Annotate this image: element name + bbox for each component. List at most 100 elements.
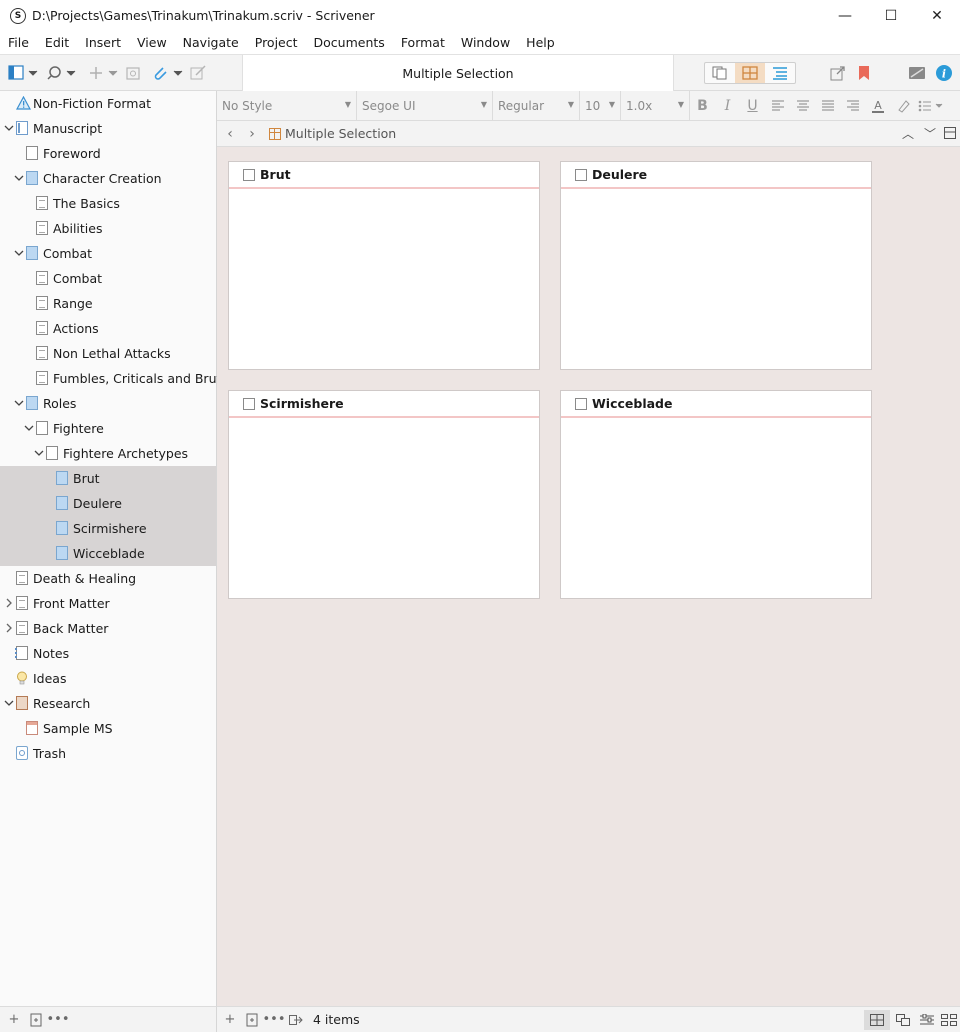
binder-item[interactable]: Wicceblade — [0, 541, 216, 566]
binder-item[interactable]: Fightere — [0, 416, 216, 441]
more-options-icon[interactable]: ••• — [47, 1010, 70, 1030]
binder-item[interactable]: Death & Healing — [0, 566, 216, 591]
font-weight-select[interactable]: Regular ▼ — [493, 90, 580, 121]
card-checkbox[interactable] — [575, 397, 587, 410]
view-layout-icon[interactable] — [6, 64, 40, 82]
scrivenings-view-icon[interactable] — [705, 63, 735, 83]
menu-help[interactable]: Help — [518, 35, 563, 50]
bookmark-icon[interactable] — [855, 64, 873, 82]
outliner-view-icon[interactable] — [765, 63, 795, 83]
binder-item[interactable]: Trash — [0, 741, 216, 766]
menu-documents[interactable]: Documents — [306, 35, 393, 50]
binder-item[interactable]: Brut — [0, 466, 216, 491]
move-cards-icon[interactable] — [285, 1010, 307, 1030]
binder-item[interactable]: Combat — [0, 266, 216, 291]
card-title[interactable]: Deulere — [592, 167, 647, 182]
menu-edit[interactable]: Edit — [37, 35, 77, 50]
index-card[interactable]: Scirmishere — [228, 390, 540, 599]
chevron-right-icon[interactable] — [4, 623, 14, 633]
align-left-icon[interactable] — [765, 91, 790, 121]
menu-view[interactable]: View — [129, 35, 175, 50]
forward-arrow-icon[interactable]: › — [241, 126, 263, 142]
attachment-icon[interactable] — [150, 64, 184, 82]
binder-item[interactable]: Actions — [0, 316, 216, 341]
split-editor-icon[interactable] — [944, 127, 956, 142]
index-card[interactable]: Wicceblade — [560, 390, 872, 599]
add-folder-card-icon[interactable] — [241, 1010, 263, 1030]
grid-layout-icon[interactable] — [864, 1010, 890, 1030]
text-color-icon[interactable]: A — [865, 91, 890, 121]
chevron-down-icon[interactable] — [14, 248, 24, 258]
binder-item[interactable]: Notes — [0, 641, 216, 666]
close-button[interactable]: ✕ — [914, 0, 960, 31]
font-size-select[interactable]: 10 ▼ — [580, 90, 621, 121]
card-title[interactable]: Brut — [260, 167, 291, 182]
scrivener-app-icon[interactable]: S — [10, 7, 26, 24]
freeform-layout-icon[interactable] — [890, 1010, 916, 1030]
binder-item[interactable]: Non Lethal Attacks — [0, 341, 216, 366]
binder-item[interactable]: Research — [0, 691, 216, 716]
inspector-toggle-icon[interactable] — [906, 64, 928, 82]
menu-insert[interactable]: Insert — [77, 35, 129, 50]
binder-item[interactable]: Roles — [0, 391, 216, 416]
menu-file[interactable]: File — [0, 35, 37, 50]
add-folder-icon[interactable] — [25, 1010, 47, 1030]
binder-item[interactable]: Foreword — [0, 141, 216, 166]
binder-item[interactable]: Non-Fiction Format — [0, 91, 216, 116]
chevron-down-icon[interactable] — [4, 123, 14, 133]
menu-window[interactable]: Window — [453, 35, 518, 50]
back-arrow-icon[interactable]: ‹ — [219, 126, 241, 142]
minimize-button[interactable]: — — [822, 0, 868, 31]
style-select[interactable]: No Style ▼ — [217, 90, 357, 121]
line-spacing-select[interactable]: 1.0x ▼ — [621, 90, 690, 121]
previous-document-icon[interactable]: ︿ — [902, 125, 914, 142]
align-right-icon[interactable] — [840, 91, 865, 121]
info-icon[interactable]: i — [934, 64, 954, 82]
index-card[interactable]: Brut — [228, 161, 540, 370]
align-center-icon[interactable] — [790, 91, 815, 121]
add-icon[interactable] — [86, 64, 120, 82]
italic-icon[interactable]: I — [715, 91, 740, 121]
binder-item[interactable]: Combat — [0, 241, 216, 266]
binder-item[interactable]: Back Matter — [0, 616, 216, 641]
card-options-icon[interactable]: ••• — [263, 1010, 286, 1030]
binder-item[interactable]: Fightere Archetypes — [0, 441, 216, 466]
next-document-icon[interactable]: ﹀ — [924, 125, 936, 142]
binder-item[interactable]: Character Creation — [0, 166, 216, 191]
binder-item[interactable]: Sample MS — [0, 716, 216, 741]
chevron-down-icon[interactable] — [14, 173, 24, 183]
menu-format[interactable]: Format — [393, 35, 453, 50]
binder-item[interactable]: Deulere — [0, 491, 216, 516]
menu-navigate[interactable]: Navigate — [175, 35, 247, 50]
maximize-button[interactable]: ☐ — [868, 0, 914, 31]
chevron-down-icon[interactable] — [34, 448, 44, 458]
search-icon[interactable] — [44, 64, 78, 82]
highlight-icon[interactable] — [890, 91, 915, 121]
chevron-right-icon[interactable] — [4, 598, 14, 608]
editor-header-title[interactable]: Multiple Selection — [269, 126, 396, 141]
corkboard-view-icon[interactable] — [735, 63, 765, 83]
chevron-down-icon[interactable] — [24, 423, 34, 433]
chevron-down-icon[interactable] — [14, 398, 24, 408]
card-checkbox[interactable] — [243, 168, 255, 181]
bold-icon[interactable]: B — [690, 91, 715, 121]
binder-item[interactable]: Front Matter — [0, 591, 216, 616]
trash-toolbar-icon[interactable] — [124, 64, 142, 82]
chevron-down-icon[interactable] — [4, 698, 14, 708]
binder-item[interactable]: Manuscript — [0, 116, 216, 141]
share-icon[interactable] — [828, 64, 848, 82]
binder-item[interactable]: Scirmishere — [0, 516, 216, 541]
add-item-icon[interactable]: + — [3, 1010, 25, 1030]
index-card[interactable]: Deulere — [560, 161, 872, 370]
binder-item[interactable]: The Basics — [0, 191, 216, 216]
binder-item[interactable]: Ideas — [0, 666, 216, 691]
list-icon[interactable] — [915, 91, 947, 121]
card-checkbox[interactable] — [575, 168, 587, 181]
underline-icon[interactable]: U — [740, 91, 765, 121]
align-justify-icon[interactable] — [815, 91, 840, 121]
font-select[interactable]: Segoe UI ▼ — [357, 90, 493, 121]
binder-item[interactable]: Abilities — [0, 216, 216, 241]
columns-icon[interactable] — [938, 1010, 960, 1030]
card-title[interactable]: Wicceblade — [592, 396, 672, 411]
binder-item[interactable]: Range — [0, 291, 216, 316]
